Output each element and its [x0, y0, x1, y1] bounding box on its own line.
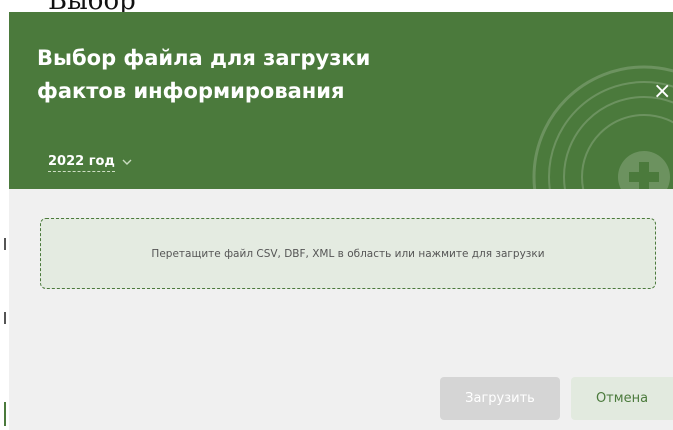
edge-mark [4, 402, 6, 426]
edge-mark [4, 312, 6, 324]
year-select-value: 2022 год [48, 153, 115, 172]
chevron-down-icon [122, 159, 132, 165]
dropzone-instructions: Перетащите файл CSV, DBF, XML в область … [151, 247, 545, 260]
year-select[interactable]: 2022 год [48, 151, 132, 173]
file-dropzone[interactable]: Перетащите файл CSV, DBF, XML в область … [40, 218, 656, 289]
dialog-title: Выбор файла для загрузки фактов информир… [37, 46, 371, 103]
close-icon[interactable]: × [653, 80, 673, 104]
emblem-watermark-icon [532, 65, 673, 189]
edge-mark [4, 238, 6, 250]
cancel-button[interactable]: Отмена [571, 377, 673, 420]
file-upload-dialog: Выбор файла для загрузки фактов информир… [9, 12, 673, 430]
background-page-edge [0, 12, 9, 430]
dialog-header: Выбор файла для загрузки фактов информир… [9, 12, 673, 189]
background-heading-text: Выбор [48, 0, 136, 12]
upload-button[interactable]: Загрузить [440, 377, 560, 420]
background-page-heading: Выбор [0, 0, 673, 12]
